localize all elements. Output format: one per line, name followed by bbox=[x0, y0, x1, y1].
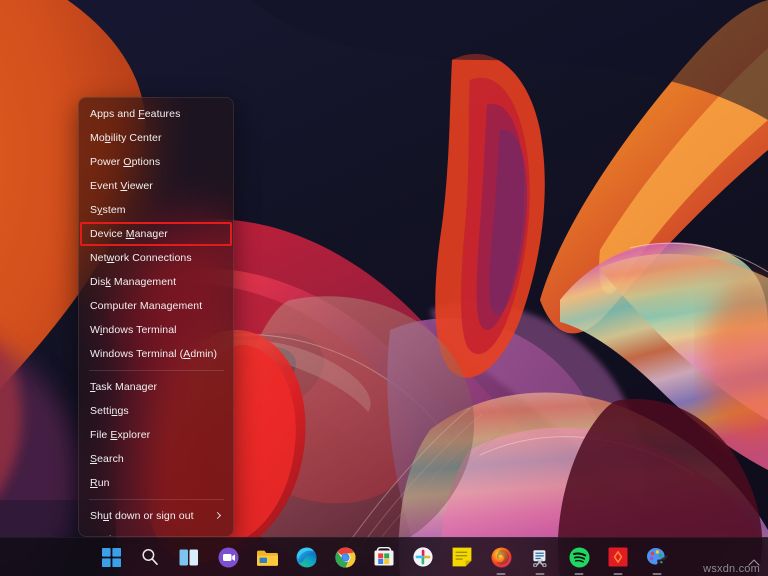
task-view-icon bbox=[179, 549, 200, 566]
menu-item-event-viewer[interactable]: Event Viewer bbox=[79, 174, 233, 198]
menu-item-label: Event Viewer bbox=[90, 180, 153, 192]
menu-separator bbox=[89, 370, 224, 371]
menu-item-label: Power Options bbox=[90, 156, 161, 168]
menu-item-windows-terminal-admin[interactable]: Windows Terminal (Admin) bbox=[79, 342, 233, 366]
menu-item-label: Device Manager bbox=[90, 228, 168, 240]
taskbar-button-task-view[interactable] bbox=[174, 542, 204, 572]
taskbar-button-file-explorer[interactable] bbox=[252, 542, 282, 572]
menu-item-system[interactable]: System bbox=[79, 198, 233, 222]
menu-item-network-connections[interactable]: Network Connections bbox=[79, 246, 233, 270]
menu-item-task-manager[interactable]: Task Manager bbox=[79, 375, 233, 399]
search-icon bbox=[140, 547, 160, 567]
menu-item-computer-management[interactable]: Computer Management bbox=[79, 294, 233, 318]
menu-item-device-manager[interactable]: Device Manager bbox=[79, 222, 233, 246]
taskbar-button-edge[interactable] bbox=[291, 542, 321, 572]
menu-item-mobility-center[interactable]: Mobility Center bbox=[79, 126, 233, 150]
taskbar-button-chat[interactable] bbox=[213, 542, 243, 572]
taskbar-button-sticky-notes[interactable] bbox=[447, 542, 477, 572]
taskbar-button-firefox[interactable] bbox=[486, 542, 516, 572]
paint-palette-app-icon bbox=[646, 547, 668, 568]
sticky-notes-icon bbox=[452, 547, 472, 567]
chevron-right-icon bbox=[214, 512, 223, 521]
menu-item-shut-down-or-sign-out[interactable]: Shut down or sign out bbox=[79, 504, 233, 528]
taskbar-button-chrome[interactable] bbox=[330, 542, 360, 572]
taskbar-button-search[interactable] bbox=[135, 542, 165, 572]
taskbar-icon-group bbox=[96, 538, 672, 576]
menu-item-apps-and-features[interactable]: Apps and Features bbox=[79, 102, 233, 126]
menu-item-power-options[interactable]: Power Options bbox=[79, 150, 233, 174]
snipping-tool-icon bbox=[530, 547, 551, 567]
taskbar-button-slack[interactable] bbox=[408, 542, 438, 572]
menu-item-file-explorer[interactable]: File Explorer bbox=[79, 423, 233, 447]
site-watermark: wsxdn.com bbox=[703, 563, 760, 575]
menu-separator bbox=[89, 499, 224, 500]
red-diamond-app-icon bbox=[608, 547, 628, 567]
menu-item-label: Desktop bbox=[90, 528, 225, 536]
menu-item-label: System bbox=[90, 204, 126, 216]
menu-item-label: Apps and Features bbox=[90, 108, 181, 120]
taskbar-button-spotify[interactable] bbox=[564, 542, 594, 572]
menu-item-label: Mobility Center bbox=[90, 132, 162, 144]
taskbar-button-paint-app[interactable] bbox=[642, 542, 672, 572]
menu-item-label: Windows Terminal bbox=[90, 324, 177, 336]
taskbar-button-red-app[interactable] bbox=[603, 542, 633, 572]
microsoft-store-icon bbox=[374, 547, 394, 567]
menu-item-windows-terminal[interactable]: Windows Terminal bbox=[79, 318, 233, 342]
taskbar-button-snipping-tool[interactable] bbox=[525, 542, 555, 572]
menu-item-label: Shut down or sign out bbox=[90, 510, 194, 522]
menu-item-desktop[interactable]: Desktop bbox=[79, 528, 233, 536]
menu-item-label: Settings bbox=[90, 405, 129, 417]
menu-item-label: Search bbox=[90, 453, 124, 465]
menu-item-run[interactable]: Run bbox=[79, 471, 233, 495]
menu-item-label: Network Connections bbox=[90, 252, 192, 264]
desktop-screen: Apps and Features Mobility Center Power Op… bbox=[0, 0, 768, 576]
taskbar-button-store[interactable] bbox=[369, 542, 399, 572]
spotify-icon bbox=[569, 547, 590, 568]
taskbar[interactable] bbox=[0, 537, 768, 576]
menu-item-label: Disk Management bbox=[90, 276, 177, 288]
firefox-icon bbox=[491, 547, 512, 568]
menu-item-settings[interactable]: Settings bbox=[79, 399, 233, 423]
file-explorer-folder-icon bbox=[256, 548, 279, 567]
chat-teams-icon bbox=[218, 547, 239, 568]
menu-item-label: Windows Terminal (Admin) bbox=[90, 348, 218, 360]
taskbar-button-start[interactable] bbox=[96, 542, 126, 572]
windows-start-icon bbox=[101, 547, 121, 567]
microsoft-edge-icon bbox=[296, 547, 317, 568]
slack-icon bbox=[413, 547, 433, 567]
win-x-power-user-menu[interactable]: Apps and Features Mobility Center Power Op… bbox=[78, 97, 234, 537]
menu-item-label: File Explorer bbox=[90, 429, 151, 441]
menu-item-disk-management[interactable]: Disk Management bbox=[79, 270, 233, 294]
menu-item-label: Computer Management bbox=[90, 300, 203, 312]
menu-item-label: Task Manager bbox=[90, 381, 158, 393]
menu-item-label: Run bbox=[90, 477, 110, 489]
menu-item-search[interactable]: Search bbox=[79, 447, 233, 471]
google-chrome-icon bbox=[334, 546, 356, 568]
